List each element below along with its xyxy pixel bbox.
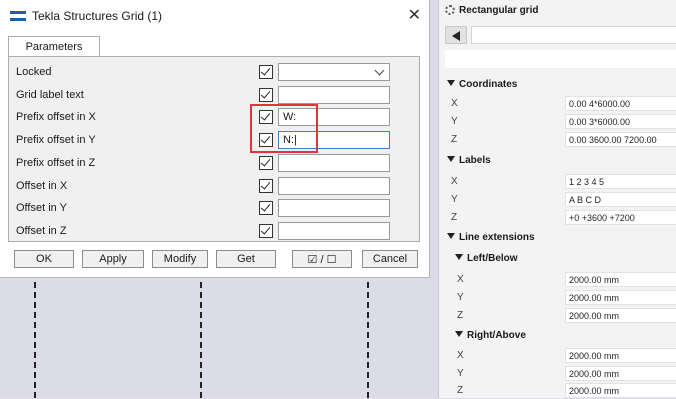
label-x-field[interactable]: 1 2 3 4 5 [565, 174, 676, 189]
row-checkbox[interactable] [259, 88, 273, 102]
tab-parameters[interactable]: Parameters [8, 36, 100, 57]
label-y-field[interactable]: A B C D [565, 192, 676, 207]
label-y-row: YA B C D [439, 192, 676, 208]
back-arrow-icon[interactable] [445, 26, 467, 44]
row-prefix-offset-x: Prefix offset in X W: [16, 108, 416, 128]
properties-strip [445, 50, 676, 68]
left-y-row: Y 2000.00 mm [439, 290, 676, 306]
coord-x-row: X 0.00 4*6000.00 [439, 96, 676, 112]
offset-y-input[interactable] [278, 199, 390, 217]
subsection-right-above[interactable]: Right/Above [455, 330, 526, 341]
subsection-left-below[interactable]: Left/Below [455, 253, 518, 264]
tekla-logo-icon [10, 10, 26, 21]
dialog-title: Tekla Structures Grid (1) [32, 8, 163, 23]
row-label: Offset in X [16, 180, 68, 192]
row-checkbox[interactable] [259, 65, 273, 79]
right-y-field[interactable]: 2000.00 mm [565, 366, 676, 381]
row-label: Offset in Y [16, 202, 67, 214]
section-line-extensions[interactable]: Line extensions [447, 232, 535, 243]
highlight-box [250, 104, 318, 153]
grid-line [367, 272, 369, 398]
right-z-row: Z 2000.00 mm [439, 383, 676, 399]
apply-button[interactable]: Apply [82, 250, 144, 268]
collapse-triangle-icon [447, 233, 455, 239]
row-grid-label-text: Grid label text [16, 86, 416, 106]
collapse-triangle-icon [455, 254, 463, 260]
collapse-triangle-icon [455, 331, 463, 337]
row-checkbox[interactable] [259, 156, 273, 170]
modify-button[interactable]: Modify [152, 250, 208, 268]
coord-z-field[interactable]: 0.00 3600.00 7200.00 [565, 132, 676, 147]
row-offset-y: Offset in Y [16, 199, 416, 219]
coord-x-field[interactable]: 0.00 4*6000.00 [565, 96, 676, 111]
offset-x-input[interactable] [278, 177, 390, 195]
row-locked: Locked [16, 63, 416, 83]
coord-y-row: Y 0.00 3*6000.00 [439, 114, 676, 130]
right-x-row: X 2000.00 mm [439, 348, 676, 364]
grid-line [200, 272, 202, 398]
prefix-offset-z-input[interactable] [278, 154, 390, 172]
row-offset-x: Offset in X [16, 177, 416, 197]
row-label: Prefix offset in Y [16, 134, 96, 146]
row-checkbox[interactable] [259, 179, 273, 193]
left-x-row: X 2000.00 mm [439, 272, 676, 288]
left-z-row: Z 2000.00 mm [439, 308, 676, 324]
chevron-down-icon[interactable] [374, 65, 385, 76]
row-prefix-offset-z: Prefix offset in Z [16, 154, 416, 174]
row-checkbox[interactable] [259, 224, 273, 238]
close-icon[interactable]: ✕ [408, 5, 421, 25]
row-label: Offset in Z [16, 225, 67, 237]
gear-icon [445, 5, 455, 15]
dialog-button-bar: OK Apply Modify Get ☑ / ☐ Cancel [8, 248, 422, 272]
left-z-field[interactable]: 2000.00 mm [565, 308, 676, 323]
ok-button[interactable]: OK [14, 250, 74, 268]
row-checkbox[interactable] [259, 201, 273, 215]
section-coordinates[interactable]: Coordinates [447, 79, 517, 90]
grid-label-text-input[interactable] [278, 86, 390, 104]
property-search-input[interactable] [471, 26, 676, 44]
cancel-button[interactable]: Cancel [362, 250, 418, 268]
row-prefix-offset-y: Prefix offset in Y N:| [16, 131, 416, 151]
coord-y-field[interactable]: 0.00 3*6000.00 [565, 114, 676, 129]
right-y-row: Y 2000.00 mm [439, 366, 676, 382]
label-z-row: Z +0 +3600 +7200 [439, 210, 676, 226]
get-button[interactable]: Get [216, 250, 276, 268]
select-all-toggle-button[interactable]: ☑ / ☐ [292, 250, 352, 268]
properties-header: Rectangular grid [439, 0, 676, 20]
right-z-field[interactable]: 2000.00 mm [565, 383, 676, 398]
collapse-triangle-icon [447, 80, 455, 86]
grid-line [34, 272, 36, 398]
collapse-triangle-icon [447, 156, 455, 162]
left-y-field[interactable]: 2000.00 mm [565, 290, 676, 305]
row-offset-z: Offset in Z [16, 222, 416, 242]
row-label: Prefix offset in X [16, 111, 96, 123]
coord-z-row: Z 0.00 3600.00 7200.00 [439, 132, 676, 148]
right-x-field[interactable]: 2000.00 mm [565, 348, 676, 363]
section-labels[interactable]: Labels [447, 155, 491, 166]
row-label: Grid label text [16, 89, 84, 101]
grid-dialog: Tekla Structures Grid (1) ✕ Parameters L… [0, 0, 430, 278]
dialog-titlebar[interactable]: Tekla Structures Grid (1) [0, 0, 429, 31]
left-x-field[interactable]: 2000.00 mm [565, 272, 676, 287]
properties-toolbar [445, 26, 676, 44]
offset-z-input[interactable] [278, 222, 390, 240]
locked-select[interactable] [278, 63, 390, 81]
row-label: Prefix offset in Z [16, 157, 96, 169]
properties-panel: Rectangular grid Coordinates X 0.00 4*600… [438, 0, 676, 398]
label-z-field[interactable]: +0 +3600 +7200 [565, 210, 676, 225]
label-x-row: X1 2 3 4 5 [439, 174, 676, 190]
row-label: Locked [16, 66, 52, 78]
